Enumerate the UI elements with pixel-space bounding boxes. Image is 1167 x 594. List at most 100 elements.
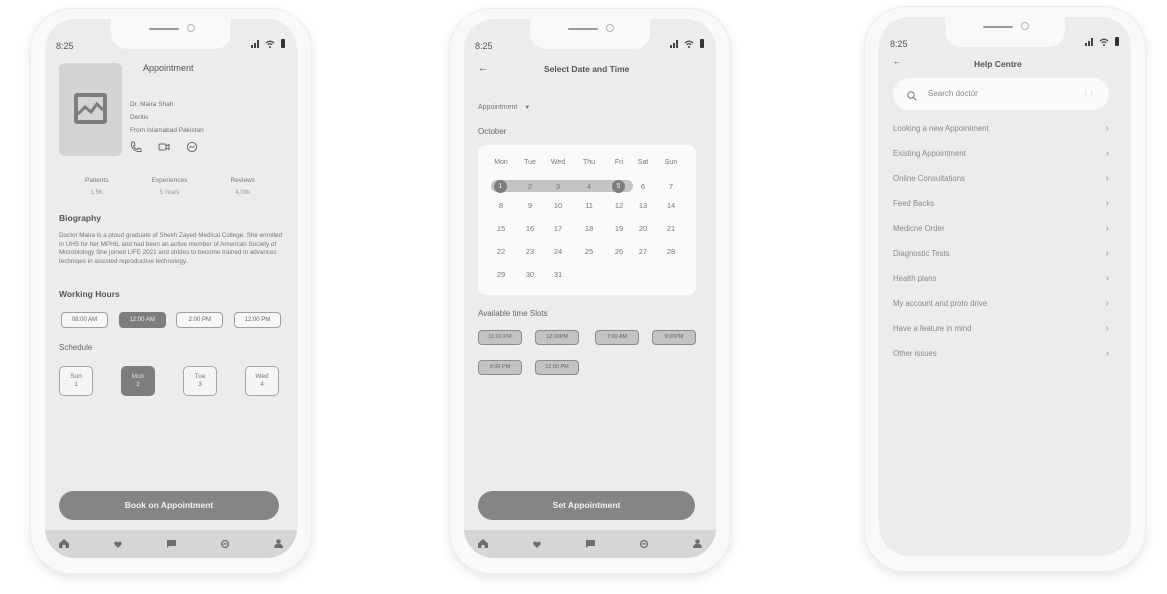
slots-heading: Available time Slots <box>478 309 548 318</box>
calendar-day[interactable]: 22 <box>491 247 511 256</box>
calendar-day[interactable]: 31 <box>548 270 568 279</box>
day-name: Mon <box>131 373 145 380</box>
home-icon[interactable] <box>478 535 488 553</box>
help-topic-item[interactable]: Existing Appointment › <box>893 148 1109 163</box>
calendar-day-range-start[interactable]: 1 <box>494 180 507 193</box>
time-option[interactable]: 12:00 PM <box>233 312 281 328</box>
calendar-day[interactable]: 16 <box>520 224 540 233</box>
chevron-right-icon: › <box>1105 223 1109 234</box>
help-topic-item[interactable]: Health plans › <box>893 273 1109 288</box>
chevron-down-icon: ▼ <box>524 105 531 111</box>
help-topic-item[interactable]: Other issues › <box>893 348 1109 363</box>
calendar-day[interactable]: 19 <box>609 224 629 233</box>
calendar: Mon Tue Wed Thu Fri Sat Sun 1 2 3 4 5 6 7 8 9 10 11 12 13 14… <box>478 145 696 295</box>
calendar-day[interactable]: 6 <box>633 182 653 191</box>
home-icon[interactable] <box>59 535 69 553</box>
appointment-type-dropdown[interactable]: Appointment ▼ <box>478 104 530 111</box>
calendar-day[interactable]: 12 <box>609 201 629 210</box>
calendar-day[interactable]: 30 <box>520 270 540 279</box>
calendar-day[interactable]: 23 <box>520 247 540 256</box>
help-topic-label: Other issues <box>893 349 937 358</box>
calendar-day[interactable]: 27 <box>633 247 653 256</box>
time-slot[interactable]: 12:00 PM <box>535 360 579 375</box>
calendar-day-range-end[interactable]: 5 <box>612 180 625 193</box>
help-topic-item[interactable]: Online Consultations › <box>893 173 1109 188</box>
biography-text: Doctor Maira is a ptoud graduate of Shek… <box>59 232 282 266</box>
calendar-day[interactable]: 4 <box>579 182 599 191</box>
help-topic-label: Have a feature in mind <box>893 324 972 333</box>
time-slot[interactable]: 7:00 AM <box>595 330 639 345</box>
time-slot[interactable]: 11:00 PM <box>478 330 522 345</box>
help-topic-item[interactable]: Looking a new Appointment › <box>893 123 1109 138</box>
calendar-day[interactable]: 20 <box>633 224 653 233</box>
day-option-selected[interactable]: Mon 2 <box>121 366 155 396</box>
day-option[interactable]: Wed 4 <box>245 366 279 396</box>
profile-icon[interactable] <box>693 535 702 553</box>
time-slot[interactable]: 9:00PM <box>652 330 696 345</box>
day-name: Wed <box>255 373 269 380</box>
time-slot[interactable]: 12:00PM <box>535 330 579 345</box>
video-icon[interactable] <box>158 140 170 152</box>
messenger-icon[interactable] <box>220 535 230 553</box>
chat-icon[interactable] <box>167 535 176 553</box>
doctor-name: Dr. Maira Shah <box>130 101 174 108</box>
bottom-tab-bar <box>464 530 716 558</box>
chevron-right-icon: › <box>1105 323 1109 334</box>
stat-experiences: Experiences 5 Years <box>152 177 188 196</box>
messenger-icon[interactable] <box>186 140 198 153</box>
time-option-selected[interactable]: 12:00 AM <box>118 312 166 328</box>
status-time: 8:25 <box>890 39 908 49</box>
help-topic-item[interactable]: Have a feature in mind › <box>893 323 1109 338</box>
calendar-day[interactable]: 8 <box>491 201 511 210</box>
time-option[interactable]: 08:00 AM <box>61 312 108 328</box>
help-topic-item[interactable]: My account and proto drive › <box>893 298 1109 313</box>
back-arrow-icon[interactable]: ← <box>893 57 901 66</box>
chevron-right-icon: › <box>1105 348 1109 359</box>
chevron-right-icon: › <box>1105 148 1109 159</box>
page-title: Appointment <box>143 63 194 73</box>
help-topic-item[interactable]: Medicne Order › <box>893 223 1109 238</box>
calendar-day[interactable]: 17 <box>548 224 568 233</box>
search-input[interactable]: Search doctor ⋮⋮ <box>893 78 1109 110</box>
calendar-day[interactable]: 11 <box>579 201 599 210</box>
back-arrow-icon[interactable]: ← <box>478 63 488 74</box>
calendar-day[interactable]: 14 <box>661 201 681 210</box>
status-icons <box>1085 37 1119 46</box>
heart-icon[interactable] <box>533 535 541 553</box>
calendar-day[interactable]: 28 <box>661 247 681 256</box>
day-option[interactable]: Sun 1 <box>59 366 93 396</box>
weekday-header: Sun <box>664 159 678 166</box>
calendar-day[interactable]: 15 <box>491 224 511 233</box>
set-appointment-button[interactable]: Set Appointment <box>478 491 695 520</box>
calendar-day[interactable]: 3 <box>548 182 568 191</box>
heart-icon[interactable] <box>114 535 122 553</box>
calendar-day[interactable]: 2 <box>520 182 540 191</box>
help-topic-label: Diagnostic Tests <box>893 249 950 258</box>
weekday-header: Tue <box>524 159 536 166</box>
help-topic-item[interactable]: Diagnostic Tests › <box>893 248 1109 263</box>
calendar-day[interactable]: 24 <box>548 247 568 256</box>
phone-help-centre: 8:25 ← Help Centre Search doctor ⋮⋮ Look… <box>864 6 1146 572</box>
day-option[interactable]: Tue 3 <box>183 366 217 396</box>
calendar-day[interactable]: 10 <box>548 201 568 210</box>
messenger-icon[interactable] <box>639 535 649 553</box>
time-option[interactable]: 2:00 PM <box>176 312 224 328</box>
help-topic-item[interactable]: Feed Backs › <box>893 198 1109 213</box>
calendar-day[interactable]: 9 <box>520 201 540 210</box>
calendar-day[interactable]: 29 <box>491 270 511 279</box>
book-appointment-button[interactable]: Book on Appointment <box>59 491 279 520</box>
calendar-day[interactable]: 26 <box>609 247 629 256</box>
chat-icon[interactable] <box>586 535 595 553</box>
calendar-day[interactable]: 13 <box>633 201 653 210</box>
calendar-day[interactable]: 21 <box>661 224 681 233</box>
profile-icon[interactable] <box>274 535 283 553</box>
calendar-day[interactable]: 7 <box>661 182 681 191</box>
screen: 8:25 ← Help Centre Search doctor ⋮⋮ Look… <box>879 17 1131 556</box>
grid-icon[interactable]: ⋮⋮ <box>1082 90 1095 98</box>
calendar-day[interactable]: 25 <box>579 247 599 256</box>
phone-icon[interactable] <box>130 140 142 153</box>
battery-icon <box>281 39 285 48</box>
time-slot[interactable]: 8:00 PM <box>478 360 522 375</box>
calendar-day[interactable]: 18 <box>579 224 599 233</box>
day-name: Sun <box>70 373 82 380</box>
